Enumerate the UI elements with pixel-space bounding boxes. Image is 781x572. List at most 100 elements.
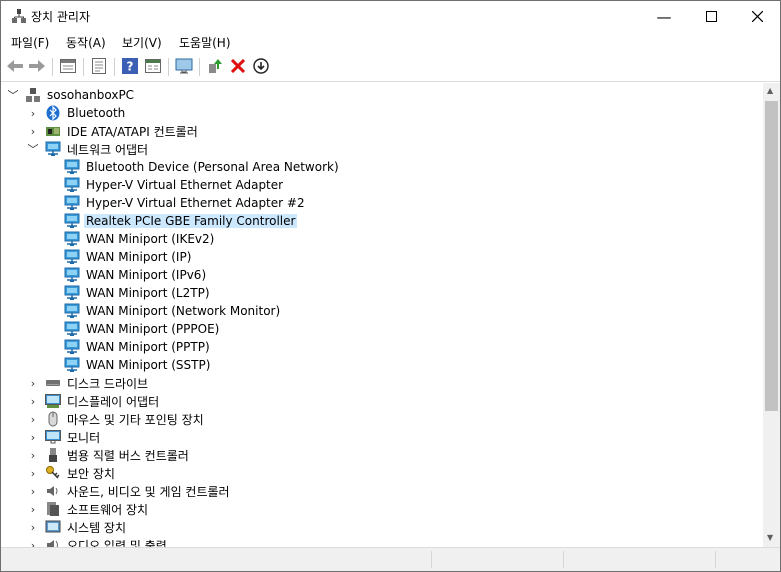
network-adapter-icon [64,195,80,211]
forward-icon [28,59,46,76]
tree-category[interactable]: › 시스템 장치 [27,518,128,536]
tree-category[interactable]: › 오디오 입력 및 출력 [27,536,169,547]
network-adapter-icon [64,177,80,193]
tree-item-label: Realtek PCIe GBE Family Controller [84,214,298,228]
maximize-button[interactable] [688,1,734,32]
tree-category[interactable]: › 보안 장치 [27,464,117,482]
tree-category[interactable]: › 사운드, 비디오 및 게임 컨트롤러 [27,482,232,500]
menu-help[interactable]: 도움말(H) [179,34,231,51]
tree-item-label: 디스크 드라이브 [67,376,149,391]
tree-device-item[interactable]: Realtek PCIe GBE Family Controller [46,212,298,230]
back-button[interactable] [5,57,25,77]
collapse-chevron-icon[interactable]: ﹀ [27,140,39,158]
tree-item-label: 오디오 입력 및 출력 [67,538,167,548]
forward-button[interactable] [27,57,47,77]
display-adapter-icon [45,393,61,409]
tree-item-label: 모니터 [67,430,101,445]
update-driver-button[interactable] [205,57,225,77]
tree-device-item[interactable]: WAN Miniport (IKEv2) [46,230,216,248]
tree-device-item[interactable]: Bluetooth Device (Personal Area Network) [46,158,341,176]
tree-category[interactable]: › 디스플레이 어댑터 [27,392,161,410]
device-manager-window: 장치 관리자 — 파일(F) 동작(A) 보기(V) 도움말(H) ? ﹀ sos… [0,0,781,572]
device-manager-app-icon [11,8,27,24]
tree-root-computer[interactable]: ﹀ sosohanboxPC [7,86,136,104]
expand-chevron-icon[interactable]: › [27,518,39,536]
tree-category[interactable]: › IDE ATA/ATAPI 컨트롤러 [27,122,200,140]
scrollbar-thumb[interactable] [765,101,778,411]
title-bar: 장치 관리자 — [1,1,780,32]
tree-category[interactable]: › 마우스 및 기타 포인팅 장치 [27,410,206,428]
tree-category[interactable]: › 모니터 [27,428,102,446]
tree-category[interactable]: › Bluetooth [27,104,127,122]
expand-chevron-icon[interactable]: › [27,536,39,548]
properties-button[interactable] [58,57,78,77]
vertical-scrollbar[interactable]: ▲ ▼ [763,83,780,547]
minimize-button[interactable]: — [641,1,687,32]
expand-chevron-icon[interactable]: › [27,464,39,482]
tree-device-item[interactable]: Hyper-V Virtual Ethernet Adapter [46,176,285,194]
tree-category[interactable]: › 디스크 드라이브 [27,374,150,392]
tree-device-item[interactable]: WAN Miniport (IPv6) [46,266,208,284]
tree-device-item[interactable]: WAN Miniport (L2TP) [46,284,212,302]
tree-item-label: 범용 직렬 버스 컨트롤러 [67,448,189,463]
tree-device-item[interactable]: WAN Miniport (Network Monitor) [46,302,282,320]
tree-item-label: WAN Miniport (SSTP) [86,358,211,372]
toolbar-separator [83,58,84,76]
tree-device-item[interactable]: WAN Miniport (PPPOE) [46,320,221,338]
tree-item-label: Bluetooth Device (Personal Area Network) [86,160,339,174]
network-adapter-icon [64,303,80,319]
disk-drive-icon [45,375,61,391]
uninstall-icon [230,58,246,76]
tree-item-label: Hyper-V Virtual Ethernet Adapter [86,178,284,192]
menu-view[interactable]: 보기(V) [122,34,162,51]
software-device-icon [45,501,61,517]
expand-chevron-icon[interactable]: › [27,410,39,428]
network-adapter-icon [64,321,80,337]
tree-item-label: Hyper-V Virtual Ethernet Adapter #2 [86,196,305,210]
close-button[interactable] [734,1,780,32]
expand-chevron-icon[interactable]: › [27,374,39,392]
network-adapter-icon [64,285,80,301]
help-button[interactable]: ? [120,57,140,77]
scroll-down-icon[interactable]: ▼ [767,533,773,542]
tree-device-item[interactable]: WAN Miniport (SSTP) [46,356,212,374]
expand-chevron-icon[interactable]: › [27,482,39,500]
expand-chevron-icon[interactable]: › [27,446,39,464]
collapse-chevron-icon[interactable]: ﹀ [7,86,19,104]
tree-device-item[interactable]: Hyper-V Virtual Ethernet Adapter #2 [46,194,307,212]
tree-category[interactable]: › 소프트웨어 장치 [27,500,150,518]
status-cell [565,551,716,568]
scroll-up-icon[interactable]: ▲ [767,86,773,95]
expand-chevron-icon[interactable]: › [27,104,39,122]
tree-item-label: 사운드, 비디오 및 게임 컨트롤러 [67,484,230,499]
list-button[interactable] [89,57,109,77]
expand-chevron-icon[interactable]: › [27,500,39,518]
usb-icon [45,447,61,463]
tree-device-item[interactable]: WAN Miniport (IP) [46,248,193,266]
expand-chevron-icon[interactable]: › [27,122,39,140]
tree-item-label: IDE ATA/ATAPI 컨트롤러 [67,124,198,139]
tree-device-item[interactable]: WAN Miniport (PPTP) [46,338,212,356]
menu-file[interactable]: 파일(F) [11,34,49,51]
mouse-icon [45,411,61,427]
tree-category[interactable]: ﹀ 네트워크 어댑터 [27,140,150,158]
scan-button[interactable] [251,57,271,77]
monitor-icon [45,429,61,445]
details-button[interactable] [143,57,163,77]
device-tree[interactable]: ﹀ sosohanboxPC › Bluetooth › IDE ATA/ATAPI 컨트… [1,83,763,547]
status-bar [1,547,780,571]
minimize-icon: — [656,7,672,26]
tree-item-label: 시스템 장치 [67,520,127,535]
network-adapter-icon [45,141,61,157]
monitor-button[interactable] [174,57,194,77]
svg-text:?: ? [127,59,134,73]
uninstall-button[interactable] [228,57,248,77]
tree-category[interactable]: › 범용 직렬 버스 컨트롤러 [27,446,191,464]
expand-chevron-icon[interactable]: › [27,392,39,410]
expand-chevron-icon[interactable]: › [27,428,39,446]
tree-item-label: sosohanboxPC [47,88,135,102]
menu-action[interactable]: 동작(A) [66,34,106,51]
